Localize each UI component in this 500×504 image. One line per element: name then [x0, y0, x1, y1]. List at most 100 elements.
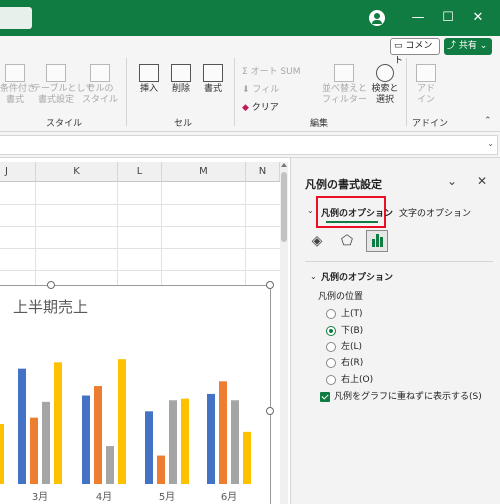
find-select-label: 検索と 選択 [371, 84, 399, 105]
resize-handle-top-middle[interactable] [47, 281, 55, 289]
conditional-format-label: 条件付き 書式 [0, 84, 37, 105]
radio-label: 右上(O) [341, 375, 374, 385]
chart-bar[interactable] [106, 446, 114, 484]
chart-bar[interactable] [207, 393, 215, 484]
radio-button[interactable] [326, 375, 336, 385]
delete-label: 削除 [171, 84, 190, 94]
column-header-l[interactable]: L [118, 162, 162, 182]
fill-button[interactable]: ⬇ フィル [242, 82, 279, 95]
group-label-style: スタイル [46, 119, 83, 129]
column-header-m[interactable]: M [162, 162, 246, 182]
chart-bar[interactable] [169, 400, 177, 484]
bar-chart: 3月 4月 5月 6月 [0, 359, 251, 503]
radio-button[interactable] [326, 358, 336, 368]
scrollbar-thumb[interactable] [281, 172, 287, 242]
collapse-ribbon-icon[interactable]: ⌃ [484, 116, 492, 126]
fill-line-icon[interactable]: ◈ [306, 230, 328, 252]
chart-bar[interactable] [54, 362, 62, 484]
chart-bar[interactable] [231, 400, 239, 484]
fill-down-icon: ⬇ [242, 85, 250, 95]
share-button[interactable]: ⤴ 共有 ⌄ [444, 38, 492, 55]
cell-style-button[interactable]: セルの スタイル [82, 64, 118, 106]
tab-legend-options[interactable]: 凡例のオプション [321, 206, 393, 219]
close-button[interactable]: ✕ [469, 9, 487, 27]
pane-title: 凡例の書式設定 [305, 178, 382, 191]
search-box[interactable] [0, 7, 32, 29]
group-label-edit: 編集 [310, 119, 329, 129]
chevron-down-icon[interactable]: ⌄ [307, 206, 314, 215]
radio-button[interactable] [326, 309, 336, 319]
column-header-k[interactable]: K [36, 162, 118, 182]
eraser-icon: ◆ [242, 103, 249, 113]
sigma-icon: Σ [242, 67, 248, 77]
fill-label: フィル [252, 85, 280, 95]
conditional-format-button[interactable]: 条件付き 書式 [0, 64, 36, 106]
chart-bar[interactable] [219, 381, 227, 484]
format-as-table-button[interactable]: テーブルとして 書式設定 [32, 64, 94, 106]
vertical-scrollbar[interactable] [280, 162, 288, 504]
chart-bar[interactable] [82, 395, 90, 484]
section-title[interactable]: 凡例のオプション [321, 270, 393, 283]
chart-bar[interactable] [42, 401, 50, 484]
minimize-button[interactable]: — [409, 9, 427, 27]
grid-line [0, 204, 280, 205]
grid-line [0, 248, 280, 249]
grid-line [0, 226, 280, 227]
legend-options-icon[interactable] [366, 230, 388, 252]
chart-bar[interactable] [18, 368, 26, 484]
chart-bar[interactable] [30, 417, 38, 484]
formula-input[interactable] [0, 135, 498, 155]
active-tab-underline [326, 221, 378, 223]
chart-bar-partial[interactable] [0, 423, 4, 484]
overlap-checkbox[interactable] [320, 392, 330, 402]
column-header-n[interactable]: N [246, 162, 280, 182]
insert-icon [139, 64, 159, 82]
scroll-up-icon[interactable] [281, 163, 287, 167]
addin-label: アド イン [416, 84, 435, 105]
clear-button[interactable]: ◆ クリア [242, 100, 279, 113]
chart-bar[interactable] [145, 411, 153, 484]
format-legend-pane: 凡例の書式設定 ⌄ ✕ ⌄ 凡例のオプション 文字のオプション ◈ ⬠ ⌄ 凡例… [290, 158, 500, 504]
comment-button[interactable]: ▭ コメント [390, 38, 440, 66]
effects-pentagon-icon[interactable]: ⬠ [336, 230, 358, 252]
chevron-down-icon[interactable]: ⌄ [487, 139, 494, 148]
chart-bar[interactable] [243, 431, 251, 484]
format-label: 書式 [203, 84, 222, 94]
radio-button[interactable] [326, 342, 336, 352]
chart-title[interactable]: 上半期売上 [13, 296, 88, 317]
delete-button[interactable]: 削除 [166, 64, 196, 95]
title-bar: — ☐ ✕ [0, 0, 500, 36]
pane-close-icon[interactable]: ✕ [477, 174, 487, 188]
format-button[interactable]: 書式 [198, 64, 228, 95]
resize-handle-right-middle[interactable] [266, 407, 274, 415]
chevron-down-icon: ⌄ [479, 41, 488, 51]
delete-icon [171, 64, 191, 82]
insert-button[interactable]: 挿入 [134, 64, 164, 95]
chart-bar[interactable] [181, 398, 189, 484]
column-header-j[interactable]: J [0, 162, 36, 182]
radio-button[interactable] [326, 326, 336, 336]
maximize-button[interactable]: ☐ [439, 9, 457, 27]
divider [234, 58, 235, 126]
account-avatar[interactable] [369, 10, 385, 26]
chart-bar[interactable] [94, 386, 102, 484]
section-collapse-icon[interactable]: ⌄ [310, 272, 317, 281]
clear-label: クリア [251, 103, 279, 113]
addin-button[interactable]: アド イン [412, 64, 440, 106]
chart-area[interactable]: 3月 4月 5月 6月 上半期売上 [0, 285, 271, 504]
group-label-cells: セル [174, 119, 193, 129]
table-icon [46, 64, 66, 82]
insert-label: 挿入 [139, 84, 158, 94]
category-label: 6月 [221, 491, 237, 503]
sort-filter-button[interactable]: 並べ替えと フィルター [322, 64, 368, 106]
radio-label: 上(T) [341, 309, 363, 319]
tab-text-options[interactable]: 文字のオプション [399, 206, 471, 219]
chart-bar[interactable] [157, 455, 165, 484]
autosum-button[interactable]: Σ オート SUM [242, 64, 301, 77]
find-select-button[interactable]: 検索と 選択 [368, 64, 402, 106]
resize-handle-top-right[interactable] [266, 281, 274, 289]
chart-bar[interactable] [118, 359, 126, 484]
cell-style-icon [90, 64, 110, 82]
sort-filter-label: 並べ替えと フィルター [322, 84, 368, 105]
pane-options-chevron-icon[interactable]: ⌄ [447, 174, 457, 188]
